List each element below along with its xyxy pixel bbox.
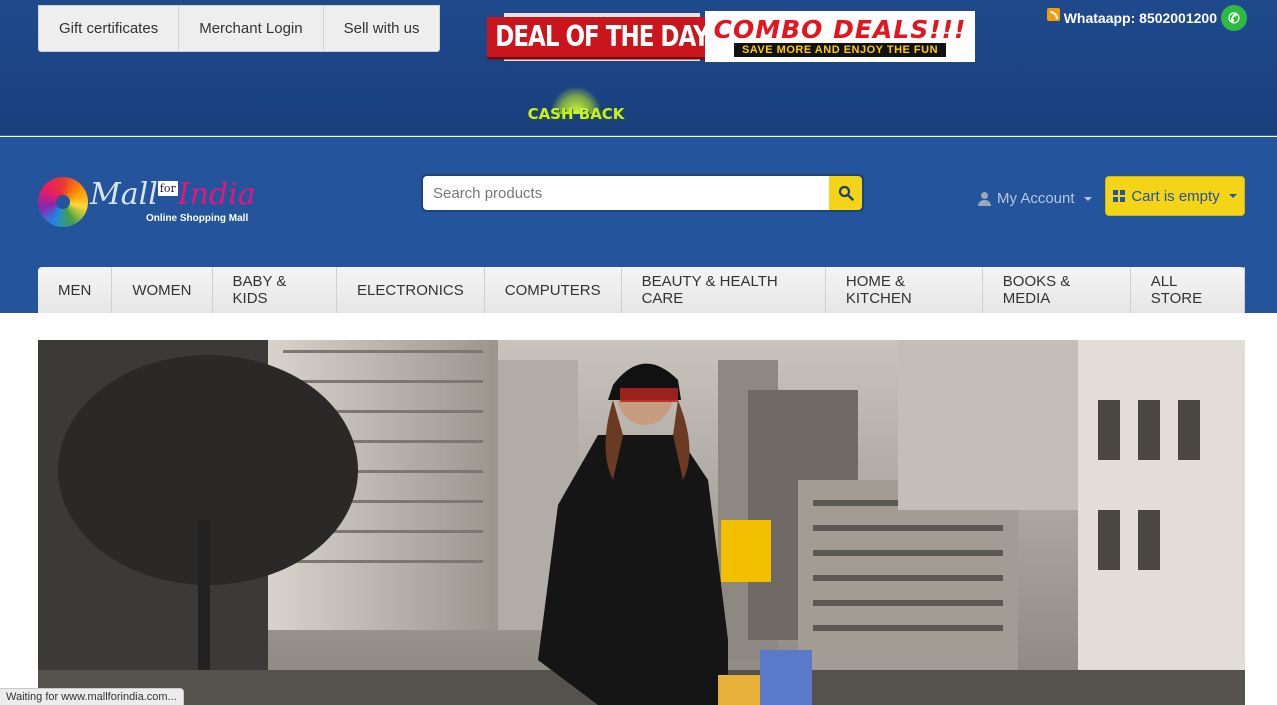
main-header: MallforIndia Online Shopping Mall My Acc… [0, 137, 1277, 313]
nav-item-all-store[interactable]: ALL STORE [1131, 267, 1245, 313]
combo-deals-banner[interactable]: COMBO DEALS!!! SAVE MORE AND ENJOY THE F… [705, 11, 975, 62]
cart-label: Cart is empty [1131, 187, 1220, 205]
nav-item-women[interactable]: WOMEN [112, 267, 213, 313]
cart-grid-icon [1113, 190, 1126, 202]
nav-item-computers[interactable]: COMPUTERS [485, 267, 622, 313]
search-input[interactable] [423, 176, 829, 210]
logo-tagline: Online Shopping Mall [146, 213, 249, 224]
top-bar: Gift certificates Merchant Login Sell wi… [0, 0, 1277, 136]
combo-deals-title: COMBO DEALS!!! [713, 14, 967, 44]
nav-item-electronics[interactable]: ELECTRONICS [337, 267, 485, 313]
my-account-dropdown[interactable]: My Account [978, 190, 1092, 207]
hero-banner[interactable] [38, 340, 1245, 705]
search-icon [838, 185, 854, 201]
nav-item-books-media[interactable]: BOOKS & MEDIA [983, 267, 1131, 313]
merchant-login-link[interactable]: Merchant Login [179, 6, 324, 51]
hero-city-shopper-image [38, 340, 1245, 705]
chevron-down-icon [1083, 196, 1092, 201]
nav-item-beauty-health[interactable]: BEAUTY & HEALTH CARE [622, 267, 826, 313]
whatsapp-icon: ✆ [1221, 5, 1247, 31]
deal-of-the-day-banner[interactable]: DEAL OF THE DAY [487, 13, 717, 61]
whatsapp-number: Whataapp: 8502001200 [1063, 10, 1217, 26]
flower-logo-icon [38, 177, 88, 227]
top-links: Gift certificates Merchant Login Sell wi… [38, 5, 441, 52]
gift-certificates-link[interactable]: Gift certificates [39, 6, 180, 51]
my-account-label: My Account [997, 190, 1075, 207]
chevron-down-icon [1228, 194, 1237, 198]
category-nav: MEN WOMEN BABY & KIDS ELECTRONICS COMPUT… [38, 267, 1245, 313]
nav-item-home-kitchen[interactable]: HOME & KITCHEN [826, 267, 983, 313]
nav-item-baby-kids[interactable]: BABY & KIDS [213, 267, 338, 313]
sell-with-us-link[interactable]: Sell with us [324, 6, 440, 51]
search-button[interactable] [829, 176, 862, 210]
search-bar [421, 174, 864, 212]
site-logo[interactable]: Mall forIndia Online Shopping Mall [38, 177, 256, 227]
whatsapp-contact[interactable]: Whataapp: 8502001200 ✆ [1046, 5, 1247, 31]
combo-deals-subtitle: SAVE MORE AND ENJOY THE FUN [733, 42, 947, 57]
rss-icon[interactable] [1046, 7, 1060, 21]
logo-wordmark: Mall forIndia [90, 177, 256, 212]
cart-button[interactable]: Cart is empty [1105, 176, 1245, 216]
nav-item-men[interactable]: MEN [38, 267, 113, 313]
deal-of-the-day-text: DEAL OF THE DAY [487, 17, 717, 57]
browser-status-bar: Waiting for www.mallforindia.com... [0, 688, 184, 705]
cashback-banner[interactable]: CASH BACK [510, 86, 642, 128]
user-icon [978, 191, 991, 206]
cashback-text: CASH BACK [527, 105, 625, 123]
